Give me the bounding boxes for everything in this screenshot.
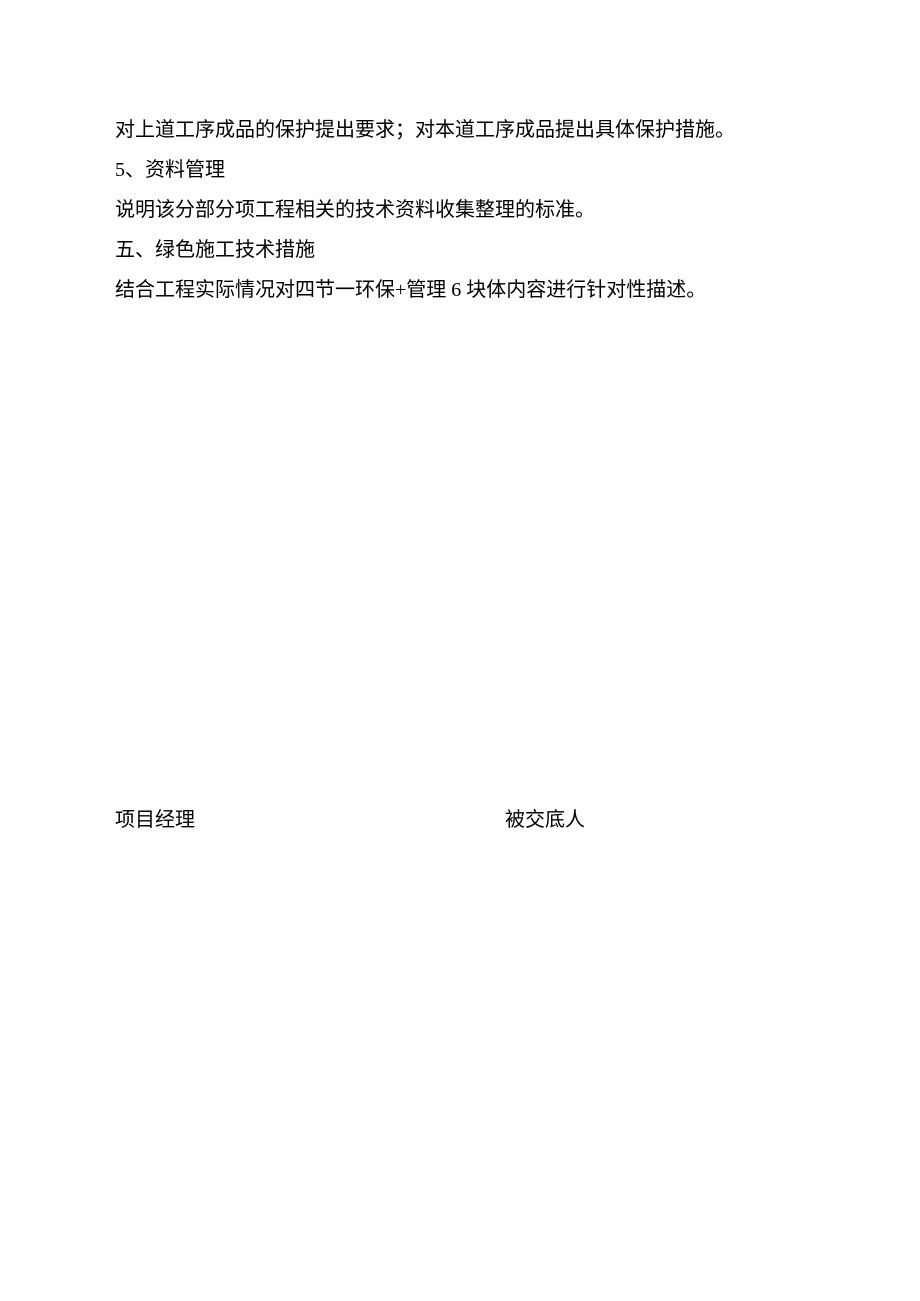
document-page: 对上道工序成品的保护提出要求；对本道工序成品提出具体保护措施。 5、资料管理 说…: [0, 0, 920, 840]
body-line: 结合工程实际情况对四节一环保+管理 6 块体内容进行针对性描述。: [115, 270, 805, 310]
body-line: 五、绿色施工技术措施: [115, 230, 805, 270]
body-line: 5、资料管理: [115, 150, 805, 190]
body-line: 说明该分部分项工程相关的技术资料收集整理的标准。: [115, 190, 805, 230]
signature-right-label: 被交底人: [505, 800, 805, 840]
signature-left-label: 项目经理: [115, 800, 505, 840]
body-line: 对上道工序成品的保护提出要求；对本道工序成品提出具体保护措施。: [115, 110, 805, 150]
signature-row: 项目经理 被交底人: [115, 800, 805, 840]
